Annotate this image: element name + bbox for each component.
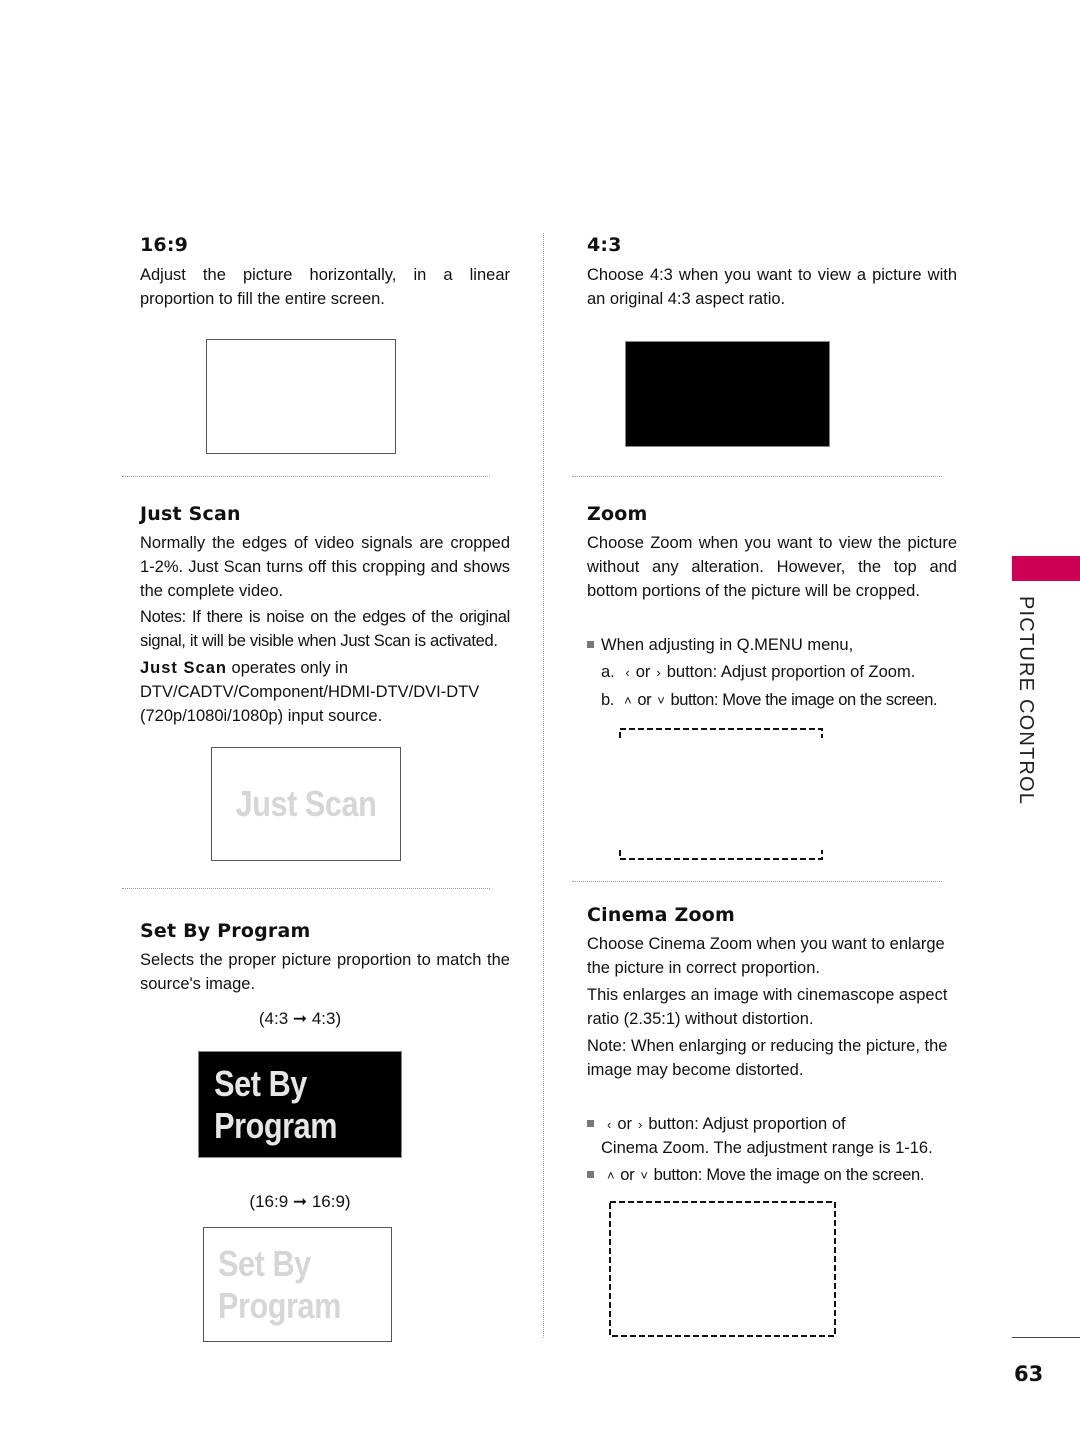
cinema-zoom-bullet-1-cont: Cinema Zoom. The adjustment range is 1-1…: [601, 1139, 933, 1157]
column-divider: [543, 233, 544, 1338]
bullet-icon: [587, 1171, 594, 1178]
section-body-4-3: Choose 4:3 when you want to view a pictu…: [587, 266, 957, 308]
screen-4-3-illustration: [625, 341, 830, 447]
section-divider: [122, 476, 490, 477]
zoom-crop-illustration: [619, 728, 823, 860]
section-body-cinema-zoom-2: This enlarges an image with cinemascope …: [587, 986, 948, 1028]
bullet-icon: [587, 1120, 594, 1127]
right-arrow-icon: ›: [638, 1117, 643, 1132]
zoom-crop-top: [619, 728, 823, 738]
section-title-set-by-program: Set By Program: [140, 920, 311, 942]
caption-4-3: (4:3 ➞ 4:3): [258, 1009, 342, 1028]
bullet1-text: button: Adjust proportion of: [648, 1115, 846, 1133]
down-arrow-icon: ˅: [657, 693, 665, 708]
cinema-zoom-bullet-2: ˄ or ˅ button: Move the image on the screen…: [587, 1163, 957, 1188]
zoom-bullet-text: When adjusting in Q.MENU menu,: [601, 636, 854, 654]
section-body-just-scan-2: Notes: If there is noise on the edges of…: [140, 608, 510, 650]
or-text: or: [635, 663, 651, 681]
chapter-tab: [1012, 556, 1080, 581]
zoom-item-b: b. ˄ or ˅ button: Move the image on the scr…: [601, 688, 961, 713]
section-body-cinema-zoom-3: Note: When enlarging or reducing the pic…: [587, 1037, 948, 1079]
cinema-zoom-frame: [609, 1201, 836, 1337]
up-arrow-icon: ˄: [624, 693, 632, 708]
up-arrow-icon: ˄: [607, 1168, 615, 1183]
section-body-just-scan-3: Just Scan operates only in DTV/CADTV/Com…: [140, 656, 510, 728]
section-body-zoom: Choose Zoom when you want to view the pi…: [587, 534, 957, 600]
page-number-rule: [1012, 1337, 1080, 1338]
section-divider: [572, 476, 942, 477]
set-by-program-watermark: Set By Program: [218, 1242, 341, 1326]
or-text: or: [637, 691, 652, 709]
zoom-item-a: a. ‹ or › button: Adjust proportion of Zoom…: [601, 660, 961, 685]
item-a-prefix: a.: [601, 663, 615, 681]
right-arrow-icon: ›: [656, 665, 661, 680]
section-body-16-9: Adjust the picture horizontally, in a li…: [140, 266, 510, 308]
section-divider: [572, 881, 942, 882]
caption-16-9: (16:9 ➞ 16:9): [249, 1192, 351, 1211]
screen-set-by-program-4-3: Set By Program: [198, 1051, 402, 1158]
section-title-zoom: Zoom: [587, 503, 648, 525]
set-by-program-watermark: Set By Program: [214, 1062, 338, 1146]
section-title-cinema-zoom: Cinema Zoom: [587, 904, 735, 926]
down-arrow-icon: ˅: [640, 1168, 648, 1183]
bullet-icon: [587, 641, 594, 648]
item-b-text: button: Move the image on the screen.: [670, 691, 938, 709]
section-title-just-scan: Just Scan: [140, 503, 241, 525]
cinema-zoom-illustration: [609, 1201, 836, 1337]
just-scan-emphasis: Just Scan: [140, 659, 227, 677]
page-number: 63: [1014, 1362, 1044, 1386]
screen-16-9-illustration: [206, 339, 396, 454]
section-body-cinema-zoom-1: Choose Cinema Zoom when you want to enla…: [587, 935, 945, 977]
cinema-zoom-bullet-1: ‹ or › button: Adjust proportion of: [587, 1112, 957, 1137]
zoom-crop-bottom: [619, 850, 823, 860]
left-arrow-icon: ‹: [625, 665, 630, 680]
section-body-just-scan-1: Normally the edges of video signals are …: [140, 534, 510, 600]
item-b-prefix: b.: [601, 691, 614, 709]
or-text: or: [617, 1115, 633, 1133]
section-title-4-3: 4:3: [587, 234, 622, 256]
section-title-16-9: 16:9: [140, 234, 189, 256]
item-a-text: button: Adjust proportion of Zoom.: [666, 663, 916, 681]
chapter-label: PICTURE CONTROL: [1015, 596, 1037, 806]
bullet2-text: button: Move the image on the screen.: [653, 1166, 925, 1184]
section-divider: [122, 888, 490, 889]
just-scan-watermark: Just Scan: [235, 783, 377, 824]
or-text: or: [620, 1166, 635, 1184]
screen-just-scan-illustration: Just Scan: [211, 747, 401, 861]
section-body-set-by-program: Selects the proper picture proportion to…: [140, 951, 510, 993]
screen-set-by-program-16-9: Set By Program: [203, 1227, 392, 1342]
zoom-bullet: When adjusting in Q.MENU menu,: [587, 633, 957, 657]
left-arrow-icon: ‹: [607, 1117, 612, 1132]
